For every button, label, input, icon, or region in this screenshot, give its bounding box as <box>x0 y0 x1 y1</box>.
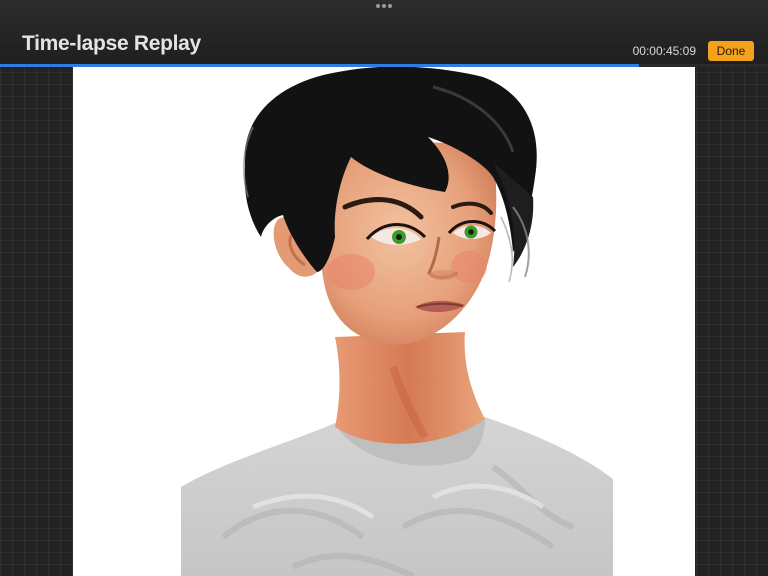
portrait-artwork <box>181 67 613 576</box>
playback-timer: 00:00:45:09 <box>632 44 696 58</box>
page-title: Time-lapse Replay <box>22 32 201 55</box>
artwork-canvas <box>73 67 695 576</box>
done-button[interactable]: Done <box>708 41 754 61</box>
more-dots-icon[interactable] <box>376 4 392 10</box>
top-bar: Time-lapse Replay 00:00:45:09 Done <box>0 0 768 64</box>
